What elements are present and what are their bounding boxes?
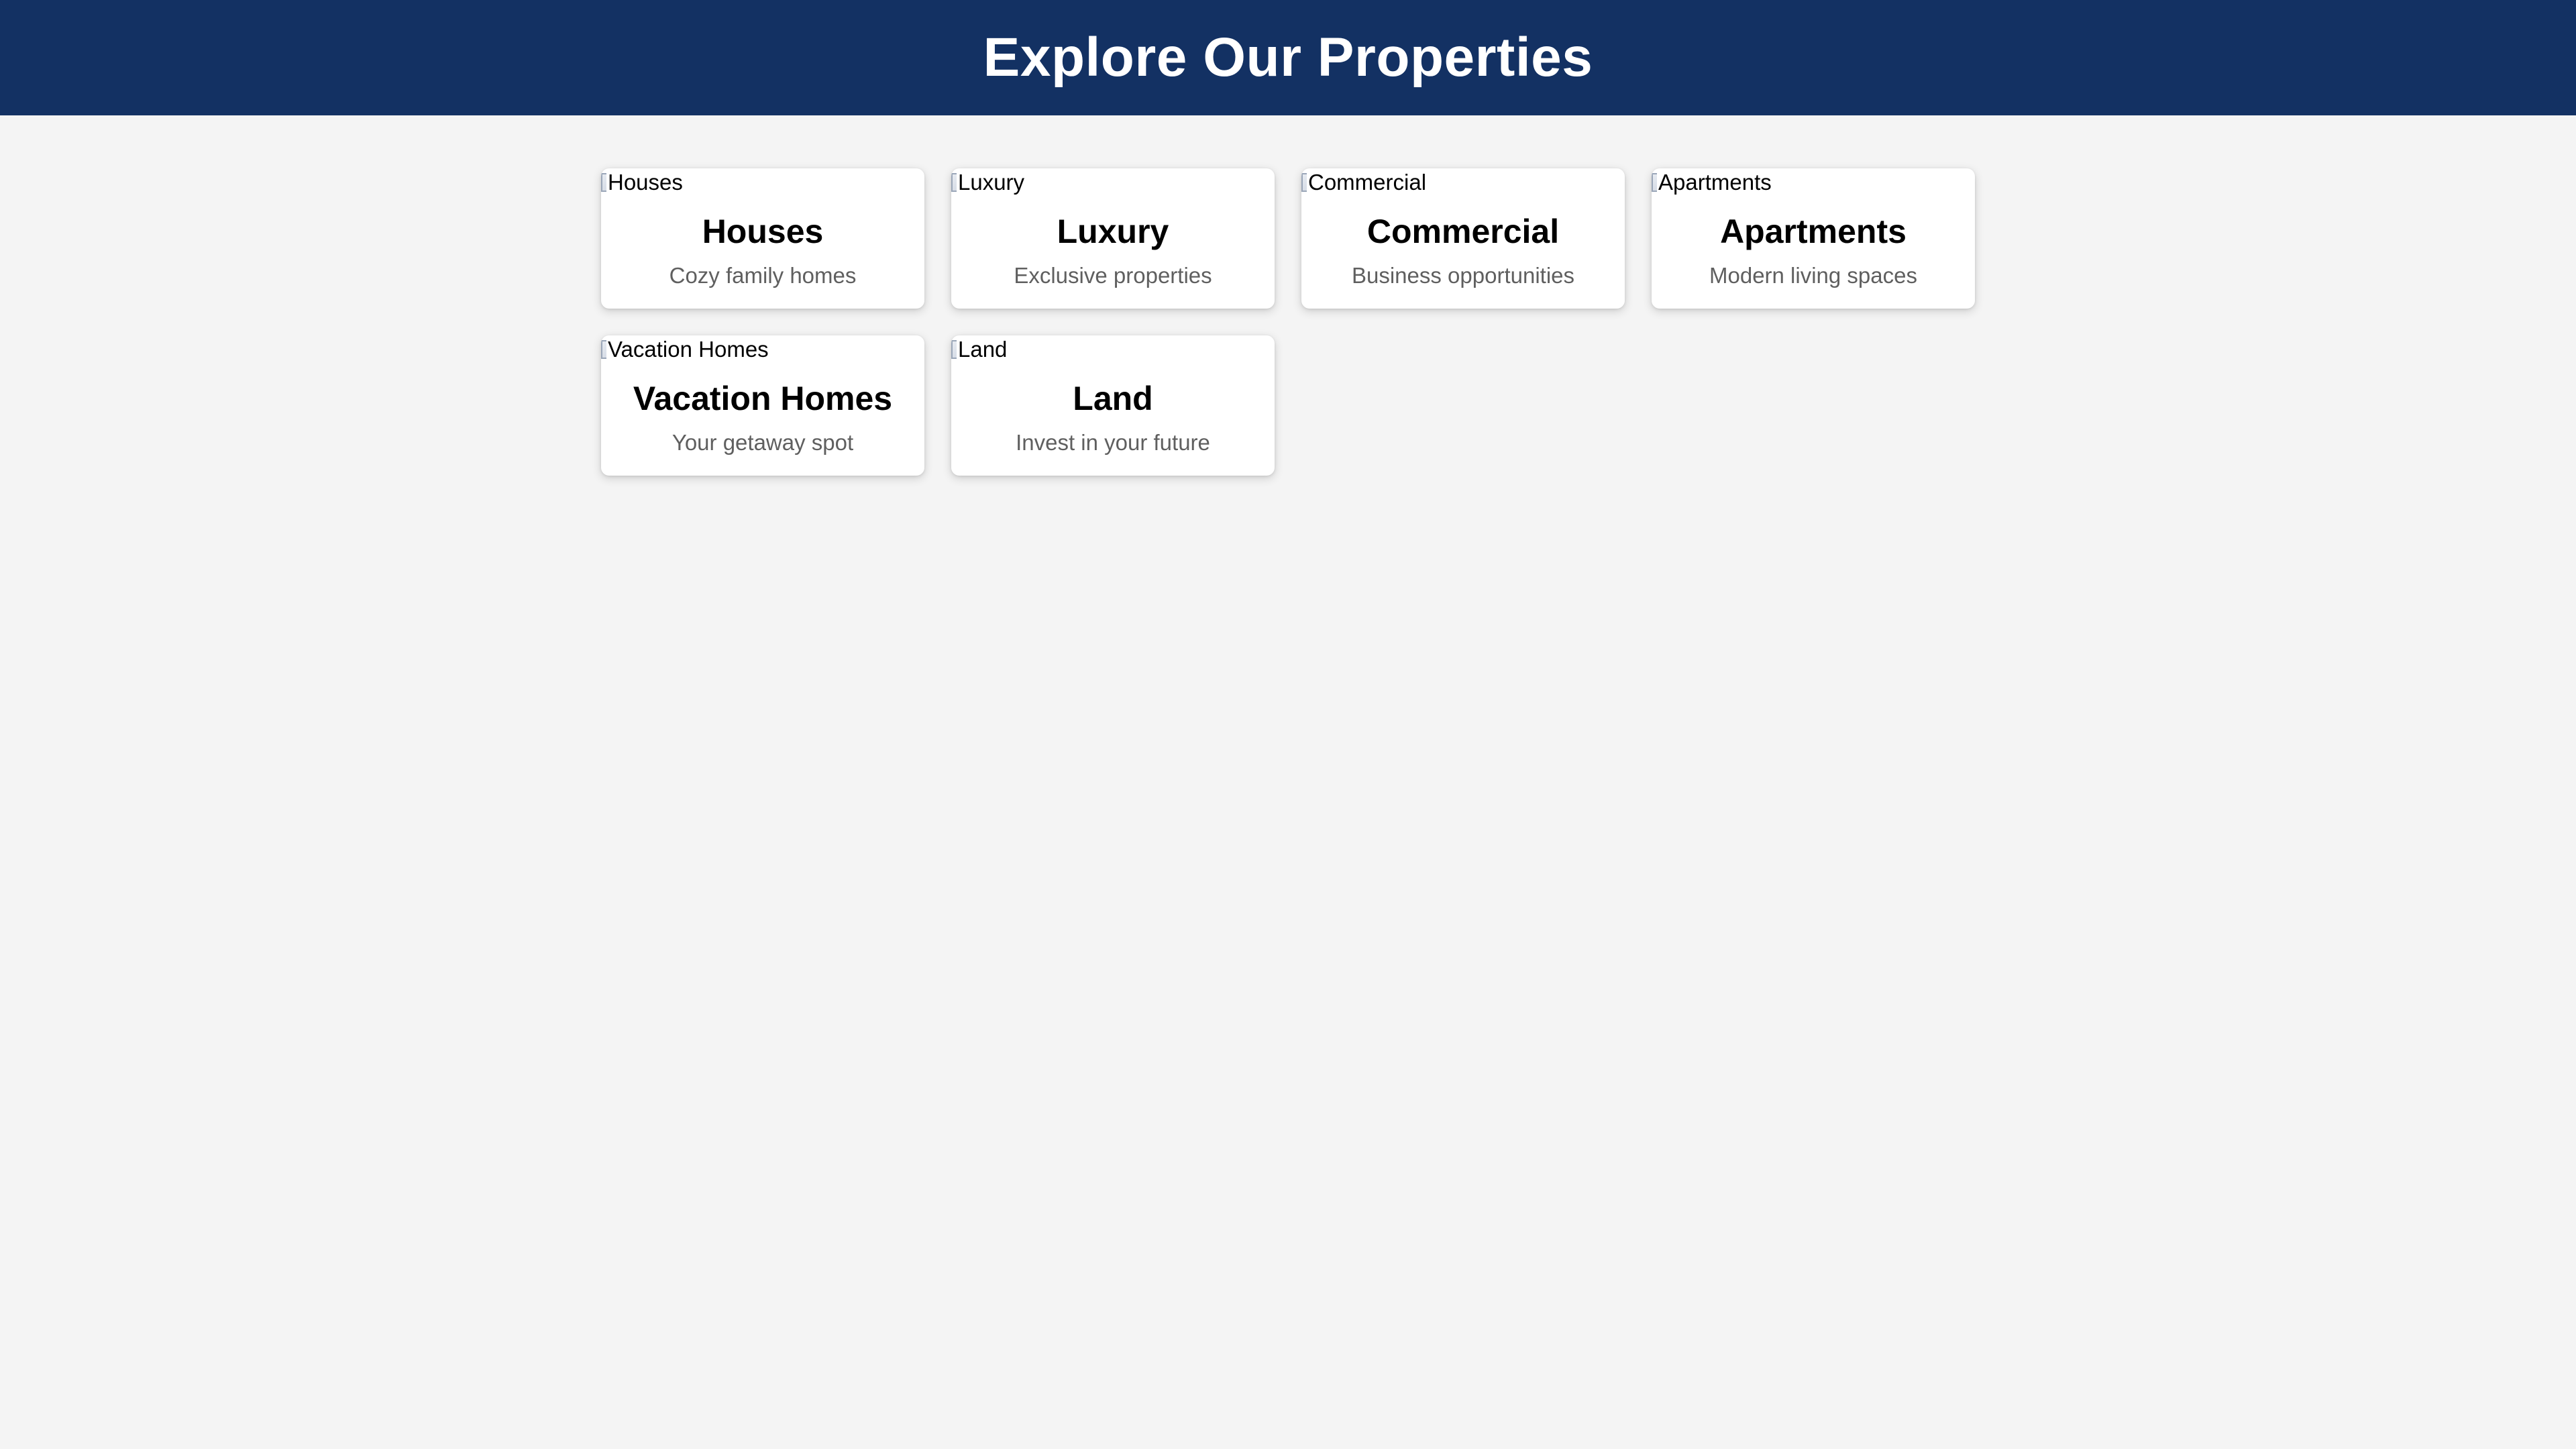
- card-image: Apartments: [1652, 168, 1772, 197]
- card-title: Luxury: [1057, 213, 1169, 250]
- card-image-alt: Vacation Homes: [608, 337, 769, 362]
- property-card-land[interactable]: Land Land Invest in your future: [951, 335, 1275, 476]
- card-image-alt: Commercial: [1308, 170, 1427, 195]
- card-description: Exclusive properties: [1014, 263, 1212, 288]
- page-header: Explore Our Properties: [0, 0, 2576, 115]
- card-image-alt: Luxury: [958, 170, 1025, 195]
- property-card-houses[interactable]: Houses Houses Cozy family homes: [601, 168, 924, 309]
- property-grid: Houses Houses Cozy family homes Luxury L…: [601, 168, 1975, 476]
- property-card-apartments[interactable]: Apartments Apartments Modern living spac…: [1652, 168, 1975, 309]
- page-title: Explore Our Properties: [983, 27, 1593, 88]
- card-title: Land: [1073, 380, 1153, 417]
- property-card-commercial[interactable]: Commercial Commercial Business opportuni…: [1301, 168, 1625, 309]
- broken-image-icon: [951, 173, 957, 192]
- card-image: Land: [951, 335, 1007, 364]
- card-image-alt: Land: [958, 337, 1008, 362]
- broken-image-icon: [951, 340, 957, 359]
- property-card-vacation-homes[interactable]: Vacation Homes Vacation Homes Your getaw…: [601, 335, 924, 476]
- card-description: Invest in your future: [1016, 430, 1210, 455]
- card-description: Your getaway spot: [672, 430, 854, 455]
- card-title: Commercial: [1366, 213, 1560, 250]
- card-description: Business opportunities: [1351, 263, 1575, 288]
- broken-image-icon: [1301, 173, 1307, 192]
- broken-image-icon: [601, 173, 606, 192]
- card-image: Vacation Homes: [601, 335, 769, 364]
- card-image: Luxury: [951, 168, 1024, 197]
- card-image: Commercial: [1301, 168, 1426, 197]
- card-image-alt: Apartments: [1658, 170, 1772, 195]
- broken-image-icon: [601, 340, 606, 359]
- broken-image-icon: [1652, 173, 1657, 192]
- property-card-luxury[interactable]: Luxury Luxury Exclusive properties: [951, 168, 1275, 309]
- card-title: Apartments: [1720, 213, 1907, 250]
- card-description: Modern living spaces: [1709, 263, 1917, 288]
- card-title: Houses: [702, 213, 824, 250]
- card-description: Cozy family homes: [669, 263, 857, 288]
- card-image: Houses: [601, 168, 683, 197]
- card-title: Vacation Homes: [633, 380, 893, 417]
- card-image-alt: Houses: [608, 170, 683, 195]
